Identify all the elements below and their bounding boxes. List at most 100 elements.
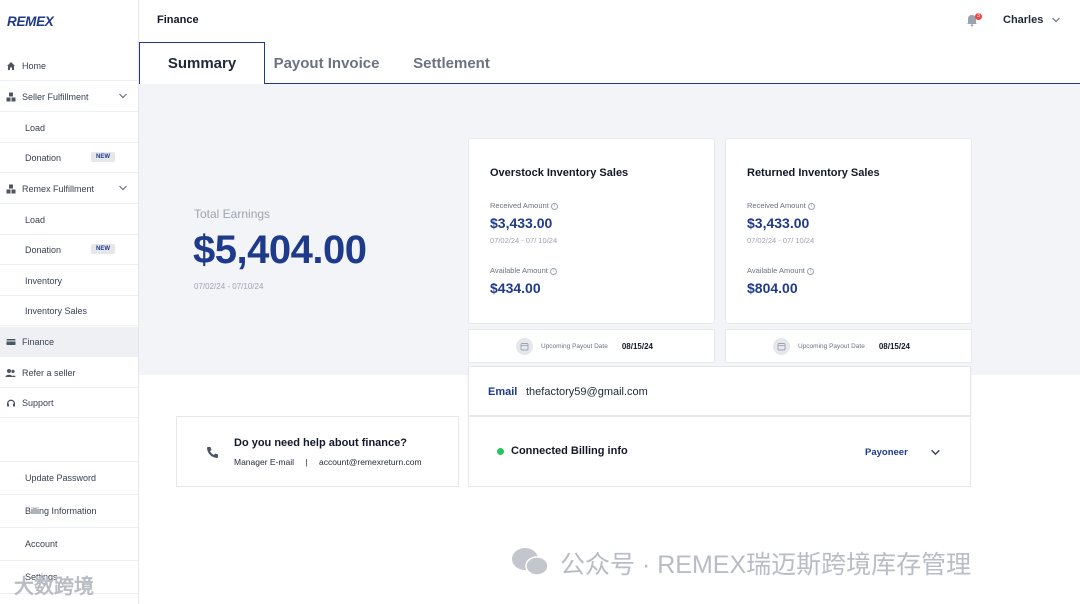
sidebar-item-billing-information[interactable]: Billing Information <box>0 495 138 528</box>
page-title: Finance <box>157 14 199 26</box>
card-title: Returned Inventory Sales <box>747 167 880 179</box>
sidebar-item-inventory[interactable]: Inventory <box>0 266 138 296</box>
received-amount-label-text: Received Amount <box>490 201 549 210</box>
sidebar-item-label: Donation <box>25 152 62 163</box>
sidebar-item-label: Update Password <box>25 473 97 483</box>
notification-badge: 3 <box>975 13 982 20</box>
payout-date-row: Upcoming Payout Date 08/15/24 <box>725 329 972 363</box>
overstock-sales-card: Overstock Inventory Sales Received Amoun… <box>468 138 715 324</box>
new-badge: NEW <box>91 244 115 254</box>
help-contact: Manager E-mail | account@remexreturn.com <box>234 457 422 467</box>
watermark-text: 公众号 · REMEX瑞迈斯跨境库存管理 <box>560 551 972 579</box>
billing-info-card[interactable]: Connected Billing info Payoneer <box>468 416 971 487</box>
available-amount-label-text: Available Amount <box>747 266 805 275</box>
sidebar-item-label: Account <box>25 539 58 549</box>
total-earnings-label: Total Earnings <box>194 207 271 221</box>
sidebar-item-label: Remex Fulfillment <box>22 183 95 194</box>
user-menu[interactable]: Charles <box>1003 14 1043 26</box>
sidebar-item-seller-donation[interactable]: Donation NEW <box>0 143 138 173</box>
chevron-down-icon[interactable] <box>118 183 128 193</box>
card-title: Overstock Inventory Sales <box>490 167 629 179</box>
headset-icon <box>5 397 16 408</box>
boxes-icon <box>5 91 16 102</box>
info-icon[interactable]: i <box>806 267 814 275</box>
sidebar-item-remex-load[interactable]: Load <box>0 205 138 235</box>
sidebar-item-label: Inventory Sales <box>25 305 88 316</box>
manager-email-label: Manager E-mail <box>234 457 294 467</box>
payout-date-label: Upcoming Payout Date <box>541 342 608 350</box>
tab-summary[interactable]: Summary <box>139 42 265 85</box>
info-icon[interactable]: i <box>807 202 815 210</box>
available-amount-label: Available Amount i <box>490 266 557 275</box>
boxes-icon <box>5 183 16 194</box>
sidebar-item-label: Seller Fulfillment <box>22 91 89 102</box>
info-icon[interactable]: i <box>549 267 557 275</box>
finance-help-card: Do you need help about finance? Manager … <box>176 416 459 487</box>
returned-sales-card: Returned Inventory Sales Received Amount… <box>725 138 972 324</box>
phone-icon <box>207 447 218 458</box>
calendar-icon <box>516 337 533 355</box>
sidebar-item-support[interactable]: Support <box>0 388 138 418</box>
tab-settlement[interactable]: Settlement <box>388 42 515 84</box>
sidebar-item-label: Support <box>22 397 54 408</box>
chevron-down-icon[interactable] <box>930 447 941 458</box>
billing-provider: Payoneer <box>865 447 908 458</box>
new-badge: NEW <box>91 152 115 162</box>
received-amount-value: $3,433.00 <box>747 215 810 231</box>
finance-icon <box>5 336 16 347</box>
manager-email-link[interactable]: account@remexreturn.com <box>319 457 422 467</box>
home-icon <box>5 60 16 71</box>
sidebar-item-finance[interactable]: Finance <box>0 327 138 357</box>
received-range: 07/02/24 - 07/ 10/24 <box>490 236 558 245</box>
sidebar-item-seller-load[interactable]: Load <box>0 113 138 143</box>
sidebar-item-home[interactable]: Home <box>0 51 138 81</box>
received-amount-label: Received Amount i <box>747 201 815 210</box>
separator: | <box>305 457 308 467</box>
sidebar-item-label: Finance <box>22 336 55 347</box>
payout-date-value: 08/15/24 <box>878 341 910 351</box>
sidebar-item-label: Refer a seller <box>22 367 76 378</box>
received-amount-label: Received Amount i <box>490 201 558 210</box>
available-amount-value: $434.00 <box>490 280 541 296</box>
total-earnings-range: 07/02/24 - 07/10/24 <box>194 282 264 291</box>
received-amount-label-text: Received Amount <box>747 201 806 210</box>
tab-bar: Summary Payout Invoice Settlement <box>139 42 1080 85</box>
remex-logo[interactable]: REMEX <box>7 14 54 29</box>
chevron-down-icon[interactable] <box>118 91 128 101</box>
sidebar-item-remex-fulfillment[interactable]: Remex Fulfillment <box>0 174 138 204</box>
info-icon[interactable]: i <box>550 202 558 210</box>
sidebar-item-label: Load <box>25 214 46 225</box>
tab-payout-invoice[interactable]: Payout Invoice <box>265 42 388 84</box>
sidebar-item-account[interactable]: Account <box>0 528 138 561</box>
available-amount-label: Available Amount i <box>747 266 814 275</box>
wechat-icon <box>512 548 549 576</box>
sidebar-item-refer-seller[interactable]: Refer a seller <box>0 358 138 388</box>
received-amount-value: $3,433.00 <box>490 215 553 231</box>
sidebar-item-label: Home <box>22 60 47 71</box>
total-earnings-value: $5,404.00 <box>193 228 367 272</box>
help-title: Do you need help about finance? <box>234 437 407 449</box>
sidebar-item-label: Load <box>25 122 46 133</box>
users-icon <box>5 367 16 378</box>
payout-date-row: Upcoming Payout Date 08/15/24 <box>468 329 715 363</box>
payout-date-value: 08/15/24 <box>621 341 653 351</box>
sidebar-item-inventory-sales[interactable]: Inventory Sales <box>0 296 138 326</box>
available-amount-label-text: Available Amount <box>490 266 548 275</box>
email-card: Email thefactory59@gmail.com <box>468 366 971 416</box>
email-value: thefactory59@gmail.com <box>526 386 648 398</box>
payout-date-label: Upcoming Payout Date <box>798 342 865 350</box>
sidebar-item-seller-fulfillment[interactable]: Seller Fulfillment <box>0 82 138 112</box>
status-dot <box>497 448 504 455</box>
sidebar-item-label: Donation <box>25 244 62 255</box>
email-label: Email <box>488 386 518 398</box>
available-amount-value: $804.00 <box>747 280 798 296</box>
sidebar-item-label: Billing Information <box>25 506 97 516</box>
sidebar-item-update-password[interactable]: Update Password <box>0 462 138 495</box>
sidebar-item-remex-donation[interactable]: Donation NEW <box>0 235 138 265</box>
sidebar: REMEX Home Seller Fulfillment Load Donat… <box>0 0 139 604</box>
sidebar-item-label: Inventory <box>25 275 63 286</box>
calendar-icon <box>773 337 790 355</box>
received-range: 07/02/24 - 07/ 10/24 <box>747 236 815 245</box>
billing-info-label: Connected Billing info <box>511 445 628 457</box>
chevron-down-icon[interactable] <box>1051 15 1061 25</box>
